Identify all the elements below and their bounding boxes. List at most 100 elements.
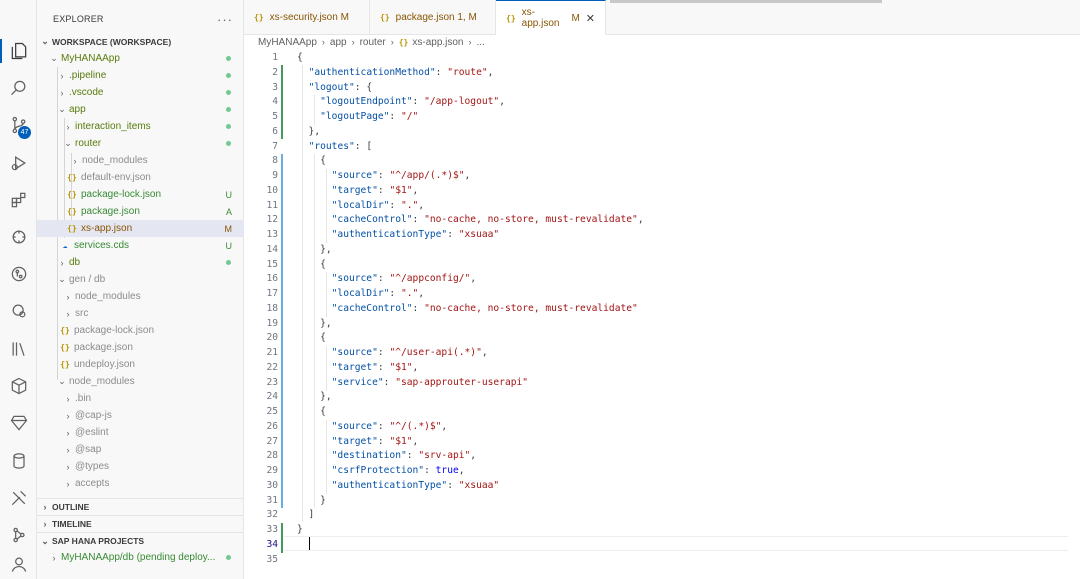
code-line[interactable]: 32 ] [244, 508, 1080, 523]
breadcrumb-item[interactable]: xs-app.json [412, 37, 463, 48]
gem-icon[interactable] [0, 408, 37, 438]
code-line[interactable]: 13 "authenticationType": "xsuaa" [244, 228, 1080, 243]
tab-xs-security[interactable]: {} xs-security.json M [244, 0, 370, 35]
code-line[interactable]: 7 "routes": [ [244, 140, 1080, 155]
remote-explorer-icon[interactable] [0, 222, 37, 252]
code-line[interactable]: 30 "authenticationType": "xsuaa" [244, 479, 1080, 494]
library-icon[interactable] [0, 334, 37, 364]
code-line[interactable]: 35 [244, 553, 1080, 568]
chevron-right-icon: › [66, 121, 70, 132]
outline-section[interactable]: › OUTLINE [37, 498, 244, 515]
code-line[interactable]: 33} [244, 523, 1080, 538]
code-line[interactable]: 11 "localDir": ".", [244, 199, 1080, 214]
code-line[interactable]: 22 "target": "$1", [244, 361, 1080, 376]
tree-item-src[interactable]: › src [37, 305, 244, 322]
code-line[interactable]: 10 "target": "$1", [244, 184, 1080, 199]
code-line[interactable]: 15 { [244, 258, 1080, 273]
git-graph-icon[interactable] [0, 259, 37, 289]
search-icon[interactable] [0, 73, 37, 103]
tree-item-node-modules[interactable]: › node_modules [37, 152, 244, 169]
tree-item-interaction-items[interactable]: › interaction_items [37, 118, 244, 135]
vertical-scrollbar[interactable] [1068, 35, 1080, 579]
code-line[interactable]: 4 "logoutEndpoint": "/app-logout", [244, 95, 1080, 110]
run-debug-icon[interactable] [0, 148, 37, 178]
tree-item-pipeline[interactable]: › .pipeline [37, 67, 244, 84]
tree-item-accepts[interactable]: › accepts [37, 475, 244, 492]
workspace-section[interactable]: ⌄ WORKSPACE (WORKSPACE) [37, 33, 244, 50]
breadcrumb-item[interactable]: router [360, 37, 386, 48]
breadcrumb-item[interactable]: MyHANAApp [258, 37, 317, 48]
test-icon[interactable] [0, 296, 37, 326]
tree-item-eslint[interactable]: › @eslint [37, 424, 244, 441]
breadcrumb-item[interactable]: app [330, 37, 347, 48]
code-line[interactable]: 26 "source": "^/(.*)$", [244, 420, 1080, 435]
source-control-icon[interactable]: 47 [0, 110, 37, 140]
tree-item-package-json[interactable]: {} package.json A [37, 203, 244, 220]
code-line[interactable]: 6 }, [244, 125, 1080, 140]
hana-project-item[interactable]: › MyHANAApp/db (pending deploy... [37, 549, 244, 566]
tree-item-router[interactable]: ⌄ router [37, 135, 244, 152]
code-text: "logoutEndpoint": "/app-logout", [297, 95, 505, 110]
code-line[interactable]: 2 "authenticationMethod": "route", [244, 66, 1080, 81]
account-icon[interactable] [0, 549, 37, 579]
tree-item-bin[interactable]: › .bin [37, 390, 244, 407]
code-line[interactable]: 19 }, [244, 317, 1080, 332]
code-token: { [297, 258, 326, 270]
code-line[interactable]: 24 }, [244, 390, 1080, 405]
explorer-icon[interactable] [0, 36, 37, 66]
code-line[interactable]: 1{ [244, 51, 1080, 66]
tree-item-types[interactable]: › @types [37, 458, 244, 475]
code-line[interactable]: 23 "service": "sap-approuter-userapi" [244, 376, 1080, 391]
tree-item-db[interactable]: › db [37, 254, 244, 271]
code-line[interactable]: 20 { [244, 331, 1080, 346]
tree-item-app[interactable]: ⌄ app [37, 101, 244, 118]
code-line[interactable]: 9 "source": "^/app/(.*)$", [244, 169, 1080, 184]
tree-item-gen-package-json[interactable]: {} package.json [37, 339, 244, 356]
code-line[interactable]: 3 "logout": { [244, 81, 1080, 96]
code-line[interactable]: 27 "target": "$1", [244, 435, 1080, 450]
code-line[interactable]: 34 [244, 538, 1080, 553]
tab-package-json[interactable]: {} package.json 1, M [370, 0, 496, 35]
tree-item-gen-node-modules[interactable]: › node_modules [37, 288, 244, 305]
tree-item-gen-package-lock[interactable]: {} package-lock.json [37, 322, 244, 339]
tree-item-myhanaapp[interactable]: ⌄ MyHANAApp [37, 50, 244, 67]
code-line[interactable]: 18 "cacheControl": "no-cache, no-store, … [244, 302, 1080, 317]
tree-item-default-env[interactable]: {} default-env.json [37, 169, 244, 186]
code-line[interactable]: 28 "destination": "srv-api", [244, 449, 1080, 464]
json-file-icon: {} [67, 207, 77, 216]
tree-item-xs-app-json[interactable]: {} xs-app.json M [37, 220, 244, 237]
code-line[interactable]: 31 } [244, 494, 1080, 509]
code-editor[interactable]: 1{2 "authenticationMethod": "route", 3 "l… [244, 50, 1080, 579]
breadcrumb-item[interactable]: ... [477, 37, 485, 48]
tree-item-vscode[interactable]: › .vscode [37, 84, 244, 101]
tree-item-services-cds[interactable]: ☁ services.cds U [37, 237, 244, 254]
code-line[interactable]: 8 { [244, 154, 1080, 169]
tree-item-undeploy-json[interactable]: {} undeploy.json [37, 356, 244, 373]
sap-graph-icon[interactable] [0, 520, 37, 550]
tree-item-root-node-modules[interactable]: ⌄ node_modules [37, 373, 244, 390]
code-line[interactable]: 12 "cacheControl": "no-cache, no-store, … [244, 213, 1080, 228]
sap-hana-projects-section[interactable]: ⌄ SAP HANA PROJECTS [37, 532, 244, 549]
tree-item-sap[interactable]: › @sap [37, 441, 244, 458]
tree-item-package-lock[interactable]: {} package-lock.json U [37, 186, 244, 203]
timeline-section[interactable]: › TIMELINE [37, 515, 244, 532]
code-line[interactable]: 16 "source": "^/appconfig/", [244, 272, 1080, 287]
code-line[interactable]: 25 { [244, 405, 1080, 420]
cube-icon[interactable] [0, 371, 37, 401]
code-line[interactable]: 14 }, [244, 243, 1080, 258]
code-line[interactable]: 17 "localDir": ".", [244, 287, 1080, 302]
chevron-right-icon: › [43, 502, 47, 512]
extensions-icon[interactable] [0, 185, 37, 215]
tools-icon[interactable] [0, 483, 37, 513]
tab-xs-app-json[interactable]: {} xs-app.json M ✕ [496, 0, 606, 35]
tree-item-cap-js[interactable]: › @cap-js [37, 407, 244, 424]
database-icon[interactable] [0, 446, 37, 476]
more-actions-icon[interactable]: ··· [217, 12, 233, 27]
code-line[interactable]: 5 "logoutPage": "/" [244, 110, 1080, 125]
code-line[interactable]: 29 "csrfProtection": true, [244, 464, 1080, 479]
close-icon[interactable]: ✕ [586, 12, 595, 25]
code-line[interactable]: 21 "source": "^/user-api(.*)", [244, 346, 1080, 361]
code-token: "authenticationMethod" [308, 66, 436, 78]
code-token: "logoutPage" [320, 111, 390, 122]
tree-item-gen-db[interactable]: ⌄ gen / db [37, 271, 244, 288]
